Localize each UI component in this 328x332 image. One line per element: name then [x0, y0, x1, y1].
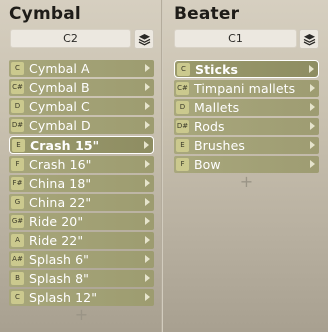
cymbal-list-item[interactable]: C Splash 12" — [9, 289, 154, 306]
beater-panel: Beater C1 C Sticks C# Timpani mallets D Malle… — [163, 0, 328, 332]
item-label: Splash 12" — [29, 290, 98, 305]
beater-list-item[interactable]: D# Rods — [174, 118, 319, 135]
note-badge: C — [177, 62, 190, 76]
note-badge: E — [12, 138, 25, 152]
layers-icon — [303, 33, 315, 46]
chevron-right-icon[interactable] — [310, 84, 315, 92]
cymbal-list-item[interactable]: C Cymbal A — [9, 60, 154, 77]
chevron-right-icon[interactable] — [144, 141, 149, 149]
item-label: China 22" — [29, 195, 92, 210]
note-badge: G — [11, 196, 24, 209]
item-label: Crash 15" — [30, 137, 100, 153]
item-label: Cymbal D — [29, 118, 91, 133]
item-label: Sticks — [195, 61, 239, 77]
chevron-right-icon[interactable] — [145, 236, 150, 244]
note-badge: C# — [11, 81, 24, 94]
chevron-right-icon[interactable] — [145, 255, 150, 263]
note-badge: A — [11, 234, 24, 247]
chevron-right-icon[interactable] — [310, 122, 315, 130]
note-badge: B — [11, 272, 24, 285]
chevron-right-icon[interactable] — [145, 121, 150, 129]
item-label: Brushes — [194, 138, 245, 153]
item-label: Ride 22" — [29, 233, 84, 248]
chevron-right-icon[interactable] — [145, 160, 150, 168]
beater-list-item[interactable]: E Brushes — [174, 137, 319, 154]
cymbal-list-item[interactable]: A Ride 22" — [9, 232, 154, 249]
cymbal-list-item[interactable]: A# Splash 6" — [9, 251, 154, 268]
beater-title: Beater — [174, 4, 240, 24]
chevron-right-icon[interactable] — [145, 274, 150, 282]
item-label: Timpani mallets — [194, 81, 296, 96]
chevron-right-icon[interactable] — [145, 102, 150, 110]
item-label: Bow — [194, 157, 221, 172]
item-label: Mallets — [194, 100, 240, 115]
beater-key-selector[interactable]: C1 — [174, 29, 297, 48]
cymbal-list-item[interactable]: D# Cymbal D — [9, 117, 154, 134]
layers-icon — [138, 33, 150, 46]
note-badge: C — [11, 291, 24, 304]
chevron-right-icon[interactable] — [145, 198, 150, 206]
beater-layers-button[interactable] — [299, 29, 319, 49]
note-badge: G# — [11, 215, 24, 228]
cymbal-panel: Cymbal C2 C Cymbal A C# Cymbal B D Cymbal C D#… — [0, 0, 161, 332]
item-label: Ride 20" — [29, 214, 84, 229]
note-badge: C# — [176, 82, 189, 95]
note-badge: D# — [176, 120, 189, 133]
beater-list-item[interactable]: C# Timpani mallets — [174, 80, 319, 97]
cymbal-list-item[interactable]: F# China 18" — [9, 175, 154, 192]
cymbal-list-item[interactable]: G# Ride 20" — [9, 213, 154, 230]
chevron-right-icon[interactable] — [145, 217, 150, 225]
chevron-right-icon[interactable] — [310, 103, 315, 111]
item-label: Splash 8" — [29, 271, 90, 286]
beater-list-item[interactable]: C Sticks — [174, 60, 319, 78]
cymbal-title: Cymbal — [9, 4, 81, 24]
chevron-right-icon[interactable] — [145, 293, 150, 301]
item-label: Crash 16" — [29, 157, 92, 172]
cymbal-key-selector[interactable]: C2 — [10, 29, 131, 48]
chevron-right-icon[interactable] — [309, 65, 314, 73]
chevron-right-icon[interactable] — [310, 141, 315, 149]
beater-list: C Sticks C# Timpani mallets D Mallets D# Rods E B… — [174, 60, 319, 190]
item-label: China 18" — [29, 176, 92, 191]
note-badge: D — [176, 101, 189, 114]
item-label: Splash 6" — [29, 252, 90, 267]
note-badge: D# — [11, 119, 24, 132]
item-label: Cymbal B — [29, 80, 90, 95]
note-badge: F# — [11, 177, 24, 190]
beater-list-item[interactable]: D Mallets — [174, 99, 319, 116]
cymbal-list-item[interactable]: B Splash 8" — [9, 270, 154, 287]
beater-add-button[interactable]: + — [174, 174, 319, 190]
note-badge: D — [11, 100, 24, 113]
chevron-right-icon[interactable] — [145, 64, 150, 72]
item-label: Rods — [194, 119, 225, 134]
note-badge: C — [11, 62, 24, 75]
cymbal-list-item[interactable]: G China 22" — [9, 194, 154, 211]
chevron-right-icon[interactable] — [310, 160, 315, 168]
item-label: Cymbal A — [29, 61, 90, 76]
cymbal-add-button[interactable]: + — [9, 307, 154, 323]
note-badge: E — [176, 139, 189, 152]
cymbal-list-item[interactable]: D Cymbal C — [9, 98, 154, 115]
item-label: Cymbal C — [29, 99, 90, 114]
cymbal-list-item[interactable]: F Crash 16" — [9, 156, 154, 173]
note-badge: A# — [11, 253, 24, 266]
chevron-right-icon[interactable] — [145, 179, 150, 187]
note-badge: F — [176, 158, 189, 171]
cymbal-list-item[interactable]: C# Cymbal B — [9, 79, 154, 96]
cymbal-list-item[interactable]: E Crash 15" — [9, 136, 154, 154]
cymbal-list: C Cymbal A C# Cymbal B D Cymbal C D# Cymbal DEC… — [9, 60, 154, 323]
chevron-right-icon[interactable] — [145, 83, 150, 91]
note-badge: F — [11, 158, 24, 171]
beater-list-item[interactable]: F Bow — [174, 156, 319, 173]
cymbal-layers-button[interactable] — [134, 29, 154, 49]
